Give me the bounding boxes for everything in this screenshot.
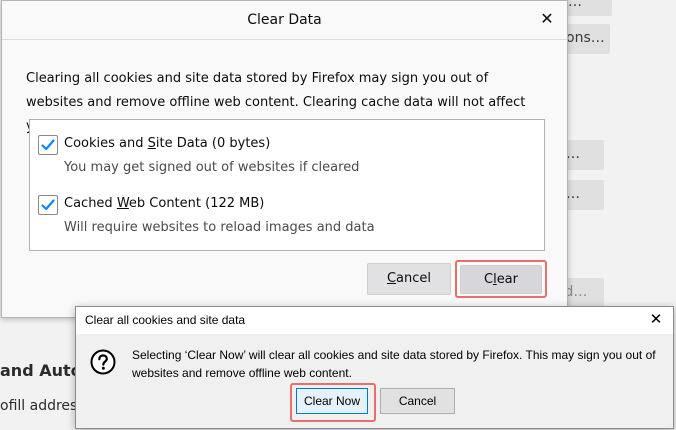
cancel-accesskey: C: [386, 271, 397, 286]
cancel-label: ancel: [396, 271, 432, 286]
background-button-label: …: [566, 186, 580, 202]
background-button-label: ons…: [566, 30, 605, 46]
cancel-button[interactable]: Cancel: [367, 263, 451, 295]
cache-subtext: Will require websites to reload images a…: [64, 220, 375, 235]
clear-data-dialog: Clear Data ✕ Clearing all cookies and si…: [1, 0, 568, 318]
confirm-title: Clear all cookies and site data: [85, 313, 246, 327]
checkmark-icon: [41, 199, 55, 211]
clear-options-box: Cookies and Site Data (0 bytes) You may …: [29, 119, 545, 251]
cache-checkbox[interactable]: [38, 195, 58, 215]
cookies-checkbox[interactable]: [38, 135, 58, 155]
clear-now-button[interactable]: Clear Now: [296, 388, 368, 414]
confirm-titlebar: Clear all cookies and site data ✕: [76, 307, 673, 334]
cookies-subtext: You may get signed out of websites if cl…: [64, 160, 360, 175]
dialog-title: Clear Data: [247, 12, 322, 28]
autofill-text: ofill addres: [0, 398, 78, 414]
background-button-mid2[interactable]: …: [566, 180, 604, 210]
background-button-label: …: [568, 0, 582, 10]
confirm-cancel-label: Cancel: [398, 394, 437, 408]
confirm-message: Selecting ‘Clear Now’ will clear all coo…: [132, 348, 656, 380]
dialog-titlebar: Clear Data ✕: [2, 1, 567, 40]
confirm-clear-dialog: Clear all cookies and site data ✕ Select…: [75, 306, 674, 429]
background-button-top[interactable]: …: [566, 0, 612, 16]
confirm-cancel-button[interactable]: Cancel: [380, 388, 455, 414]
close-icon[interactable]: ✕: [647, 310, 665, 328]
clear-label: C: [483, 272, 494, 287]
clear-button[interactable]: Clear: [460, 265, 542, 294]
question-icon: [90, 349, 116, 375]
background-button-label: …: [566, 146, 580, 162]
close-icon[interactable]: ✕: [537, 9, 557, 29]
checkmark-icon: [41, 139, 55, 151]
background-button-mid1[interactable]: …: [566, 140, 604, 170]
clear-now-label: Clear Now: [303, 394, 360, 408]
cache-label: Cached Web Content (122 MB): [64, 196, 265, 211]
cookies-label: Cookies and Site Data (0 bytes): [64, 136, 271, 151]
background-button-exceptions[interactable]: ons…: [566, 24, 610, 54]
clear-label-rest: ear: [496, 272, 518, 287]
